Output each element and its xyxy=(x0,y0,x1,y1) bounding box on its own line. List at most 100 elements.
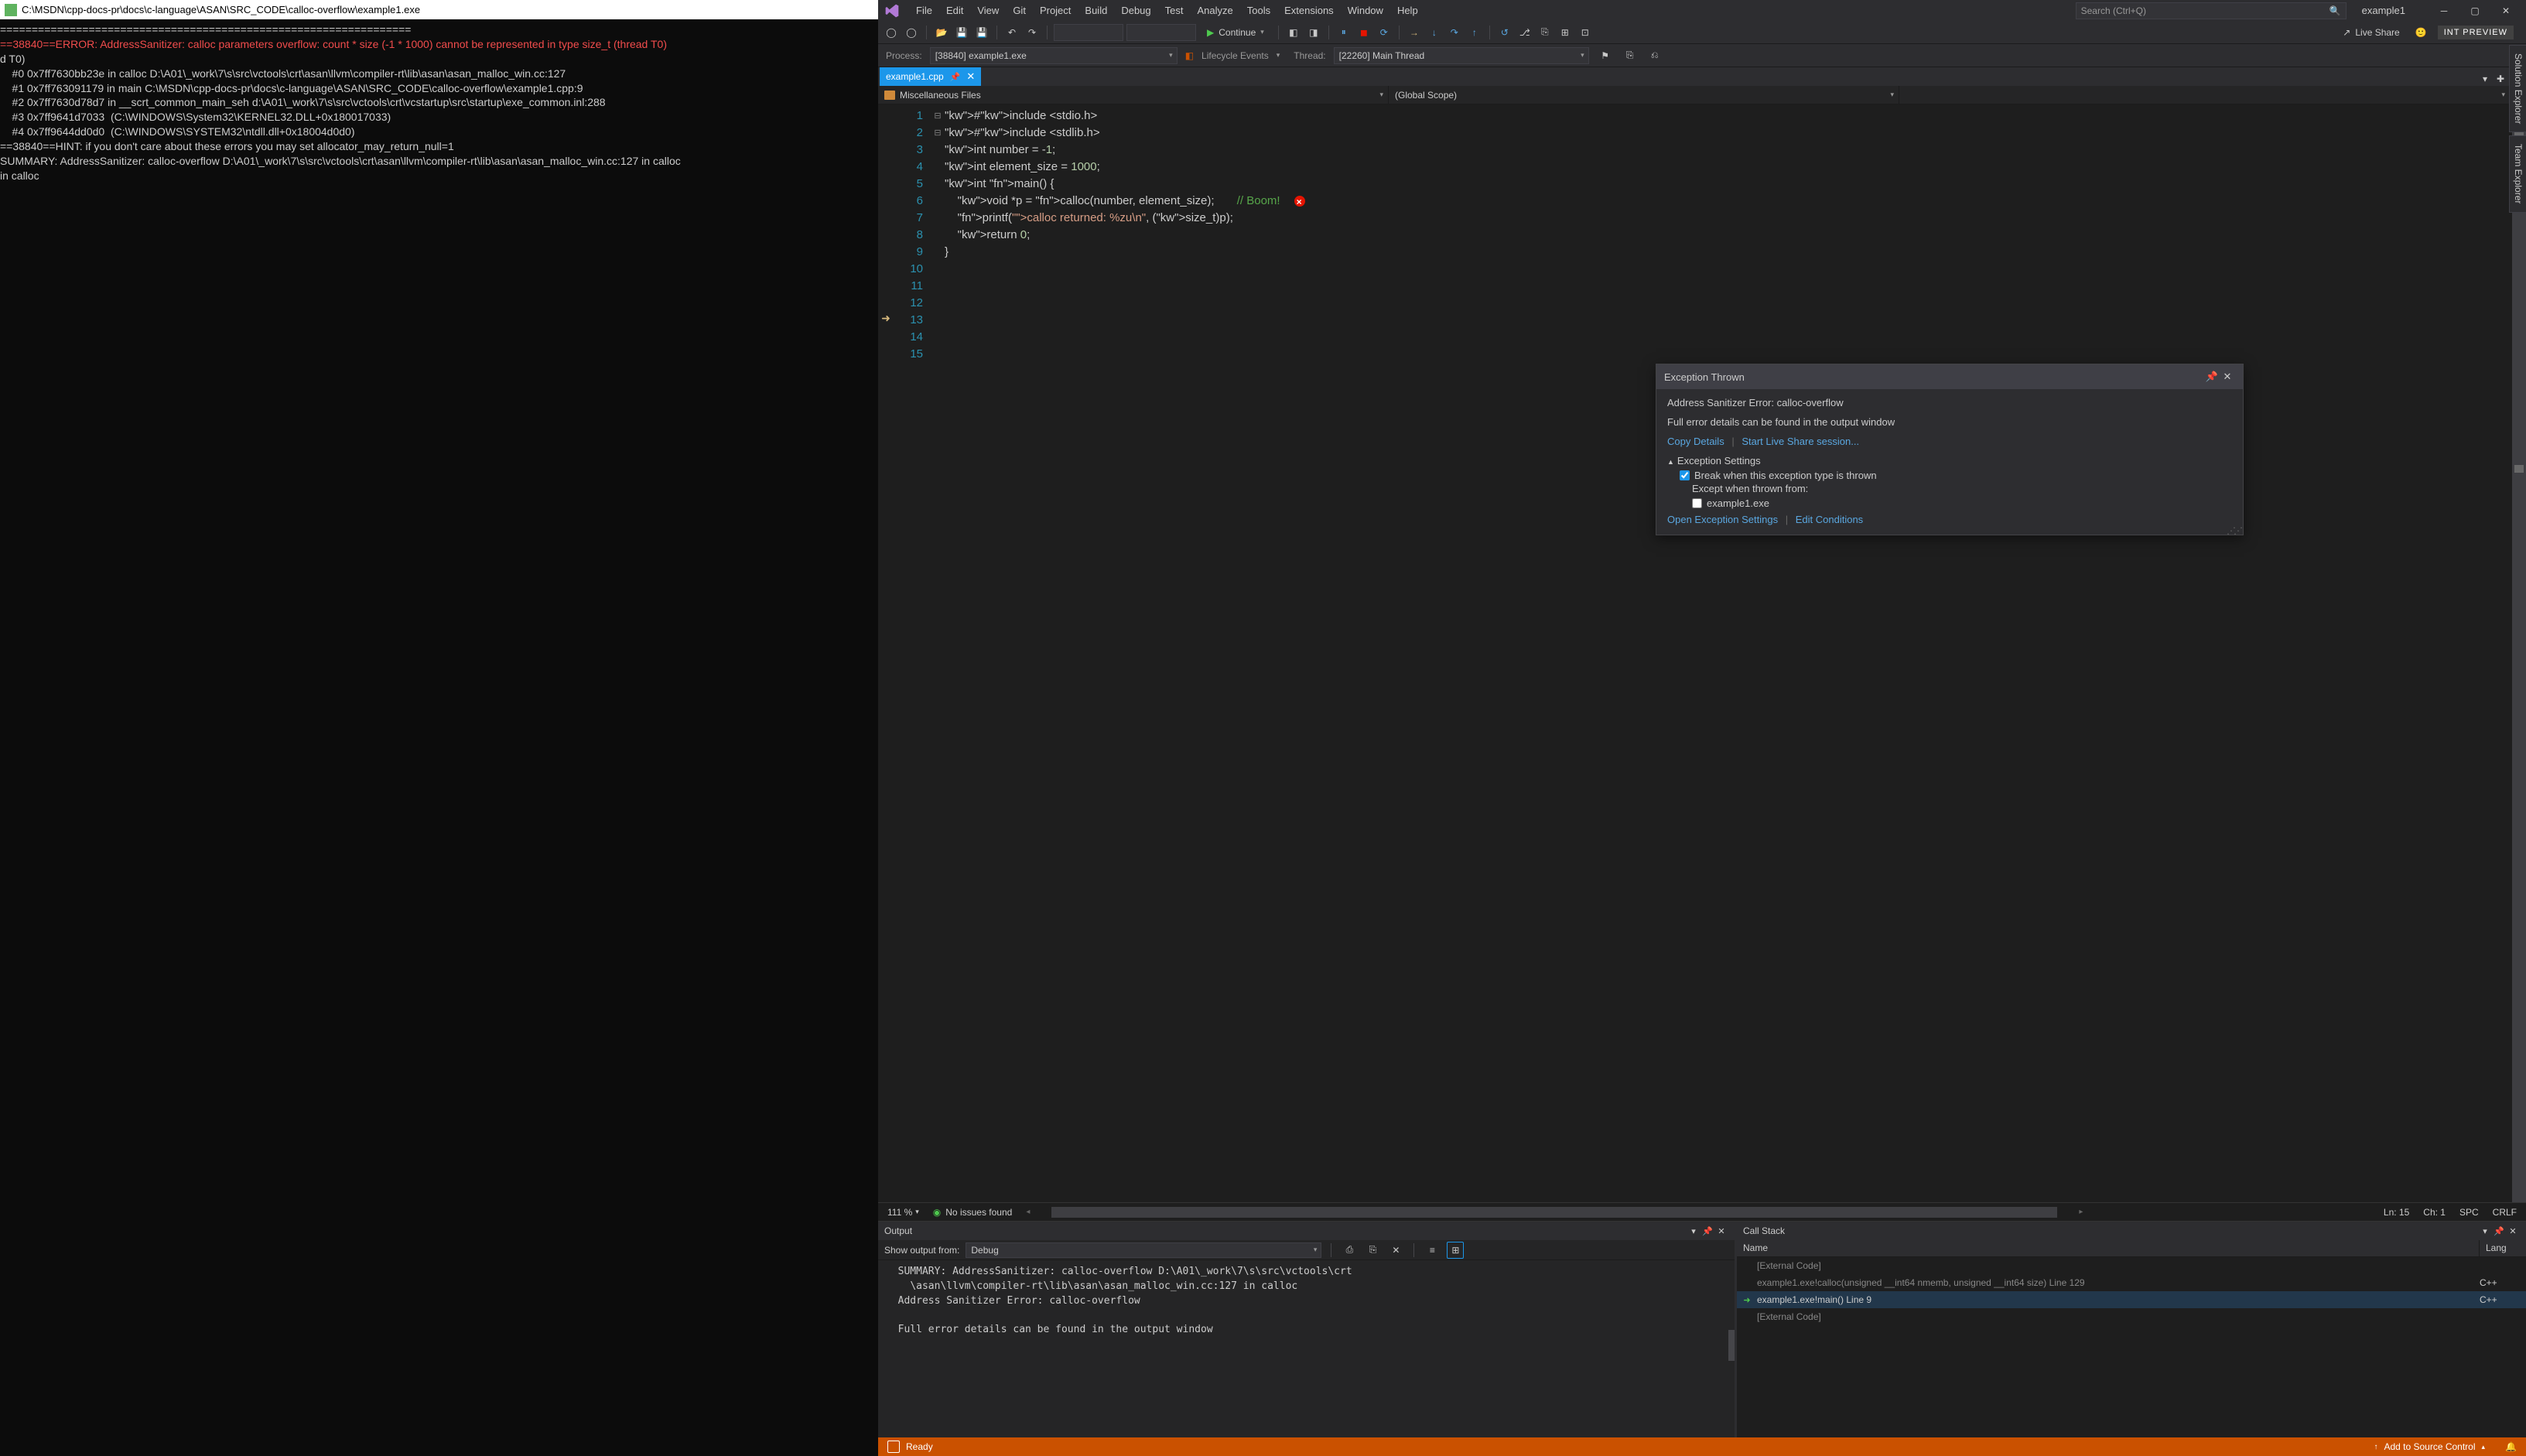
nav-fwd-button[interactable]: ◯ xyxy=(903,24,920,41)
continue-button[interactable]: ▶ Continue ▾ xyxy=(1199,23,1272,42)
output-wrap-button[interactable]: ≡ xyxy=(1424,1242,1441,1259)
tb-icon-6[interactable]: ⊞ xyxy=(1557,24,1574,41)
nav-back-button[interactable]: ◯ xyxy=(883,24,900,41)
open-exception-settings-link[interactable]: Open Exception Settings xyxy=(1667,514,1778,525)
copy-details-link[interactable]: Copy Details xyxy=(1667,436,1724,447)
pin-icon[interactable]: 📌 xyxy=(950,72,961,82)
menu-debug[interactable]: Debug xyxy=(1114,2,1157,19)
tb-icon-1[interactable]: ◧ xyxy=(1285,24,1302,41)
menu-git[interactable]: Git xyxy=(1006,2,1033,19)
tab-overflow-button[interactable]: ▾ xyxy=(2478,72,2492,86)
maximize-button[interactable]: ▢ xyxy=(2459,0,2490,21)
output-text[interactable]: SUMMARY: AddressSanitizer: calloc-overfl… xyxy=(878,1260,1735,1437)
output-tb-4[interactable]: ⊞ xyxy=(1447,1242,1464,1259)
menu-project[interactable]: Project xyxy=(1033,2,1078,19)
platform-dropdown[interactable] xyxy=(1126,24,1196,41)
flag-icon[interactable]: ⚑ xyxy=(1597,47,1614,64)
save-all-button[interactable]: 💾 xyxy=(973,24,990,41)
output-tb-2[interactable]: ⎘ xyxy=(1364,1242,1381,1259)
output-pin-button[interactable]: 📌 xyxy=(1701,1224,1714,1238)
source-control-caret-icon[interactable]: ▴ xyxy=(2482,1443,2486,1451)
step-into-button[interactable]: ↓ xyxy=(1426,24,1443,41)
callstack-rows[interactable]: [External Code]example1.exe!calloc(unsig… xyxy=(1737,1257,2526,1437)
issues-indicator[interactable]: ◉No issues found xyxy=(933,1207,1013,1218)
resize-grip-icon[interactable]: ⋰⋰ xyxy=(2227,528,2241,533)
callstack-pin-button[interactable]: 📌 xyxy=(2492,1224,2506,1238)
output-source-dropdown[interactable]: Debug xyxy=(966,1242,1321,1258)
lifecycle-label[interactable]: Lifecycle Events xyxy=(1201,50,1269,61)
add-source-control-button[interactable]: Add to Source Control xyxy=(2384,1441,2475,1452)
output-tb-1[interactable]: ⎙ xyxy=(1341,1242,1358,1259)
output-close-button[interactable]: ✕ xyxy=(1714,1224,1728,1238)
menu-view[interactable]: View xyxy=(970,2,1006,19)
restart-button[interactable]: ⟳ xyxy=(1376,24,1393,41)
nav-scope-dropdown[interactable]: (Global Scope) xyxy=(1389,86,1899,104)
eol-indicator[interactable]: CRLF xyxy=(2493,1207,2517,1218)
menu-file[interactable]: File xyxy=(909,2,939,19)
side-tab-team-explorer[interactable]: Team Explorer xyxy=(2509,135,2526,212)
menu-tools[interactable]: Tools xyxy=(1240,2,1277,19)
thread-dropdown[interactable]: [22260] Main Thread xyxy=(1334,47,1589,64)
notifications-icon[interactable]: 🔔 xyxy=(2505,1441,2517,1452)
tb-icon-5[interactable]: ⎘ xyxy=(1536,24,1554,41)
redo-button[interactable]: ↷ xyxy=(1024,24,1041,41)
nav-member-dropdown[interactable] xyxy=(1899,86,2511,104)
menu-analyze[interactable]: Analyze xyxy=(1190,2,1239,19)
stop-button[interactable]: ◼ xyxy=(1355,24,1372,41)
menu-window[interactable]: Window xyxy=(1341,2,1390,19)
lifecycle-icon[interactable]: ◧ xyxy=(1185,50,1194,61)
menu-edit[interactable]: Edit xyxy=(939,2,970,19)
menu-test[interactable]: Test xyxy=(1158,2,1191,19)
tab-example1[interactable]: example1.cpp 📌 ✕ xyxy=(880,67,981,86)
stackframe-icon[interactable]: ⎌ xyxy=(1646,47,1663,64)
process-dropdown[interactable]: [38840] example1.exe xyxy=(930,47,1178,64)
close-button[interactable]: ✕ xyxy=(2490,0,2521,21)
callstack-row[interactable]: example1.exe!calloc(unsigned __int64 nme… xyxy=(1737,1274,2526,1291)
vertical-scrollbar[interactable] xyxy=(2512,104,2526,1202)
break-checkbox[interactable]: Break when this exception type is thrown xyxy=(1680,470,2232,481)
menu-extensions[interactable]: Extensions xyxy=(1277,2,1341,19)
callstack-columns[interactable]: Name Lang xyxy=(1737,1240,2526,1257)
edit-conditions-link[interactable]: Edit Conditions xyxy=(1796,514,1863,525)
side-tab-solution-explorer[interactable]: Solution Explorer xyxy=(2509,45,2526,132)
tab-close-icon[interactable]: ✕ xyxy=(966,70,975,83)
tb-icon-2[interactable]: ◨ xyxy=(1305,24,1322,41)
exception-pin-button[interactable]: 📌 xyxy=(2204,371,2220,383)
show-next-stmt-button[interactable]: → xyxy=(1406,24,1423,41)
feedback-icon[interactable]: 🙂 xyxy=(2415,27,2427,38)
horizontal-scrollbar[interactable] xyxy=(1051,1207,2057,1218)
code-text[interactable]: "kw">#"kw">include <stdio.h>"kw">#"kw">i… xyxy=(943,104,2526,1202)
nav-project-dropdown[interactable]: Miscellaneous Files xyxy=(878,86,1389,104)
save-button[interactable]: 💾 xyxy=(953,24,970,41)
callstack-row[interactable]: [External Code] xyxy=(1737,1308,2526,1325)
minimize-button[interactable]: ─ xyxy=(2429,0,2459,21)
line-indicator[interactable]: Ln: 15 xyxy=(2384,1207,2409,1218)
start-liveshare-link[interactable]: Start Live Share session... xyxy=(1742,436,1859,447)
search-input[interactable]: Search (Ctrl+Q) 🔍 xyxy=(2076,2,2347,19)
tab-plus-button[interactable]: ✚ xyxy=(2494,72,2507,86)
callstack-dropdown-button[interactable]: ▾ xyxy=(2478,1224,2492,1238)
zoom-level[interactable]: 111 %▾ xyxy=(887,1207,919,1218)
output-dropdown-button[interactable]: ▾ xyxy=(1687,1224,1701,1238)
open-file-button[interactable]: 📂 xyxy=(933,24,950,41)
tb-icon-4[interactable]: ⎇ xyxy=(1516,24,1533,41)
config-dropdown[interactable] xyxy=(1054,24,1123,41)
menu-help[interactable]: Help xyxy=(1390,2,1425,19)
tb-icon-3[interactable]: ↺ xyxy=(1496,24,1513,41)
callstack-row[interactable]: [External Code] xyxy=(1737,1257,2526,1274)
callstack-close-button[interactable]: ✕ xyxy=(2506,1224,2520,1238)
undo-button[interactable]: ↶ xyxy=(1003,24,1020,41)
pause-button[interactable]: ⏸ xyxy=(1335,24,1352,41)
step-over-button[interactable]: ↷ xyxy=(1446,24,1463,41)
callstack-row[interactable]: ➜example1.exe!main() Line 9C++ xyxy=(1737,1291,2526,1308)
exception-settings-expander[interactable]: ▲Exception Settings xyxy=(1667,455,2232,467)
console-titlebar[interactable]: C:\MSDN\cpp-docs-pr\docs\c-language\ASAN… xyxy=(0,0,878,19)
exception-close-button[interactable]: ✕ xyxy=(2220,371,2235,383)
tb-icon-7[interactable]: ⊡ xyxy=(1577,24,1594,41)
threads-icon[interactable]: ⎘ xyxy=(1622,47,1639,64)
indent-indicator[interactable]: SPC xyxy=(2459,1207,2479,1218)
live-share-button[interactable]: ↗ Live Share 🙂 INT PREVIEW xyxy=(2335,26,2521,39)
outlining-margin[interactable]: ⊟⊟ xyxy=(932,104,943,1202)
step-out-button[interactable]: ↑ xyxy=(1466,24,1483,41)
panel-splitter[interactable] xyxy=(1728,1330,1735,1361)
